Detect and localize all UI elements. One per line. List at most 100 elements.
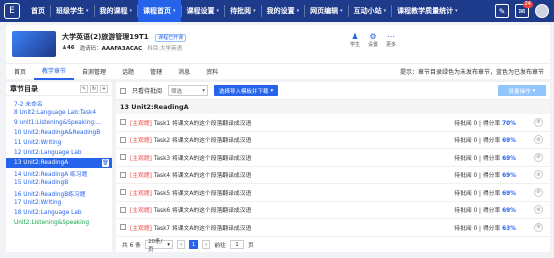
course-header: 大学英语(2)旅游管理19T1 课程已开课 ♟46 邀请码：AAAFA3ACAC… xyxy=(6,25,550,63)
course-status-tag: 课程已开课 xyxy=(155,34,187,42)
chapter-item[interactable]: 16 Unit2:ReadingB练习题 xyxy=(6,188,112,198)
task-checkbox[interactable] xyxy=(120,171,126,178)
nav-item[interactable]: 首页 xyxy=(26,0,50,22)
task-checkbox[interactable] xyxy=(120,189,126,196)
page-number[interactable]: 1 xyxy=(189,240,199,249)
tab-5[interactable]: 消息 xyxy=(170,64,198,80)
task-row[interactable]: [主观题] Task4 将课文A的这个段落翻译成汉语 待批阅 0 | 得分率 69%… xyxy=(116,167,550,184)
tab-2[interactable]: 自测管理 xyxy=(74,64,114,80)
task-checkbox[interactable] xyxy=(120,136,126,143)
chapter-item[interactable]: 17 Unit2:Writing xyxy=(6,198,112,208)
next-page-button[interactable]: › xyxy=(202,240,211,249)
page-unit: 页 xyxy=(247,243,254,249)
task-row[interactable]: [主观题] Task2 将课文A的这个段落翻译成汉语 待批阅 0 | 得分率 69%… xyxy=(116,132,550,149)
nav-item[interactable]: 课程首页 ▾ xyxy=(138,0,181,22)
filter-select[interactable]: 筛选 ▾ xyxy=(168,85,209,96)
task-row[interactable]: [主观题] Task3 将课文A的这个段落翻译成汉语 待批阅 0 | 得分率 69%… xyxy=(116,149,550,167)
tab-4[interactable]: 管辖 xyxy=(142,64,170,80)
chapter-item[interactable]: 9 unit1:Listening&Speaking:... xyxy=(6,118,112,128)
batch-operation-button[interactable]: 批量操作 ▾ xyxy=(498,85,546,96)
task-name[interactable]: [主观题] Task3 将课文A的这个段落翻译成汉语 xyxy=(130,153,450,162)
prev-page-button[interactable]: ‹ xyxy=(176,240,186,249)
settings-icon[interactable]: ⚙ xyxy=(534,152,543,162)
nav-item[interactable]: 课程设置 ▾ xyxy=(182,0,225,22)
tab-6[interactable]: 资料 xyxy=(198,64,226,80)
chevron-down-icon: ▾ xyxy=(455,8,458,14)
chapter-item[interactable]: 13 Unit2:ReadingA 🗑 xyxy=(6,158,112,168)
nav-item[interactable]: 课程教学质量统计 ▾ xyxy=(392,0,463,22)
task-stats: 待批阅 0 | 得分率 69% xyxy=(454,155,516,162)
task-name[interactable]: [主观题] Task1 将课文A的这个段落翻译成汉语 xyxy=(130,118,450,127)
goto-label: 前往 xyxy=(214,243,226,249)
task-panel: 只看待批阅 筛选 ▾ 选择导入模板并下载 ▾ 批量操作 ▾ 13 Unit2:Re… xyxy=(116,82,550,253)
task-name[interactable]: [主观题] Task7 将课文A的这个段落翻译成汉语 xyxy=(130,223,450,232)
chevron-down-icon: ▾ xyxy=(173,8,176,14)
chapter-item[interactable]: 11 Unit2:Writing xyxy=(6,138,112,148)
chapter-item[interactable]: 8 Unit2:Language Lab:Task4 xyxy=(6,108,112,118)
course-title-text: 大学英语(2)旅游管理19T1 xyxy=(62,33,149,41)
task-name[interactable]: [主观题] Task2 将课文A的这个段落翻译成汉语 xyxy=(130,135,450,144)
chevron-down-icon: ▾ xyxy=(167,241,170,248)
nav-item[interactable]: 互动小站 ▾ xyxy=(349,0,392,22)
task-checkbox[interactable] xyxy=(120,154,126,161)
nav-item[interactable]: 我的设置 ▾ xyxy=(262,0,305,22)
course-action-0[interactable]: ♟ 学生 xyxy=(350,31,360,49)
chevron-down-icon: ▾ xyxy=(340,8,343,14)
student-count: ♟46 xyxy=(62,45,75,51)
chapter-item[interactable]: 12 Unit2:Language Lab xyxy=(6,148,112,158)
refresh-icon[interactable]: ↻ xyxy=(90,84,98,93)
chapter-item[interactable]: 14 Unit2:ReadingA 练习题 xyxy=(6,168,112,178)
course-action-2[interactable]: ⋯ 更多 xyxy=(386,31,396,49)
tab-1[interactable]: 教学章节 xyxy=(34,64,75,80)
settings-icon[interactable]: ⚙ xyxy=(534,205,543,215)
add-icon[interactable]: + xyxy=(100,84,108,93)
chevron-down-icon: ▾ xyxy=(253,8,256,14)
task-row[interactable]: [主观题] Task7 将课文A的这个段落翻译成汉语 待批阅 0 | 得分率 63%… xyxy=(116,219,550,237)
settings-icon[interactable]: ⚙ xyxy=(534,135,543,145)
task-checkbox[interactable] xyxy=(120,224,126,231)
chevron-down-icon: ▾ xyxy=(202,87,206,94)
chapter-item[interactable]: 15 Unit2:ReadingB xyxy=(6,178,112,188)
page-size-select[interactable]: 20条/页 ▾ xyxy=(144,239,173,253)
nav-item[interactable]: 网页编辑 ▾ xyxy=(305,0,348,22)
edit-icon[interactable]: ✎ xyxy=(80,84,88,93)
task-checkbox[interactable] xyxy=(120,119,126,126)
goto-page-input[interactable]: 1 xyxy=(229,240,244,249)
task-row[interactable]: [主观题] Task6 将课文A的这个段落翻译成汉语 待批阅 0 | 得分率 69%… xyxy=(116,202,550,219)
task-name[interactable]: [主观题] Task6 将课文A的这个段落翻译成汉语 xyxy=(130,205,450,214)
settings-icon[interactable]: ⚙ xyxy=(534,187,543,197)
chapter-item[interactable]: 7-2 未命名 xyxy=(6,98,112,108)
delete-icon[interactable]: 🗑 xyxy=(102,159,109,167)
avatar[interactable] xyxy=(535,4,549,18)
edit-icon[interactable]: ✎ xyxy=(495,4,509,18)
course-title: 大学英语(2)旅游管理19T1 课程已开课 xyxy=(62,32,187,42)
nav-menu: 首页 班级学生 ▾ 我的课程 ▾ 课程首页 ▾ 课程设置 ▾ 待批阅 ▾ 我的设置 ▾ 网页编辑 ▾ 互动小站… xyxy=(26,0,463,22)
course-action-1[interactable]: ⚙ 设置 xyxy=(367,31,378,49)
mail-icon[interactable]: ✉ 24 xyxy=(515,1,533,18)
logo-icon[interactable]: E xyxy=(4,3,20,19)
settings-icon[interactable]: ⚙ xyxy=(534,170,543,180)
chevron-down-icon: ▾ xyxy=(129,8,133,14)
settings-icon[interactable]: ⚙ xyxy=(534,117,543,127)
top-navigation: E 首页 班级学生 ▾ 我的课程 ▾ 课程首页 ▾ 课程设置 ▾ 待批阅 ▾ 我的设置 ▾ 网页编辑 ▾ 互动… xyxy=(0,0,554,22)
task-row[interactable]: [主观题] Task5 将课文A的这个段落翻译成汉语 待批阅 0 | 得分率 69%… xyxy=(116,184,550,202)
chapter-item[interactable]: 10 Unit2:ReadingA&ReadingB xyxy=(6,128,112,138)
chapter-item[interactable]: Unit2:Listening&Speaking xyxy=(6,218,112,228)
chevron-down-icon: ▾ xyxy=(216,8,220,14)
task-checkbox[interactable] xyxy=(120,206,126,213)
chevron-down-icon: ▾ xyxy=(270,87,274,94)
course-action-label: 设置 xyxy=(367,42,378,48)
nav-item[interactable]: 我的课程 ▾ xyxy=(95,0,138,22)
settings-icon[interactable]: ⚙ xyxy=(534,222,543,232)
tab-3[interactable]: 话题 xyxy=(114,64,142,80)
nav-item[interactable]: 待批阅 ▾ xyxy=(225,0,261,22)
tab-0[interactable]: 首页 xyxy=(6,64,34,80)
nav-item[interactable]: 班级学生 ▾ xyxy=(51,0,94,22)
only-pending-checkbox[interactable] xyxy=(120,87,126,94)
import-template-button[interactable]: 选择导入模板并下载 ▾ xyxy=(214,85,279,96)
chapter-item[interactable]: 18 Unit2:Language Lab xyxy=(6,208,112,218)
task-name[interactable]: [主观题] Task5 将课文A的这个段落翻译成汉语 xyxy=(130,188,450,197)
task-name[interactable]: [主观题] Task4 将课文A的这个段落翻译成汉语 xyxy=(130,170,450,179)
task-row[interactable]: [主观题] Task1 将课文A的这个段落翻译成汉语 待批阅 0 | 得分率 70%… xyxy=(116,114,550,132)
chapter-list: 7-2 未命名 8 Unit2:Language Lab:Task4 9 unit1… xyxy=(6,98,112,228)
